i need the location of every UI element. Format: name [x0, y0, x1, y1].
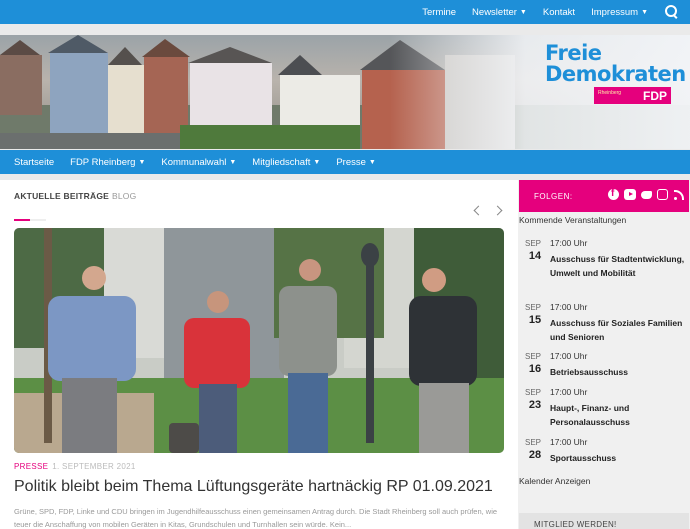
event-month: SEP: [525, 239, 542, 248]
topnav-impressum[interactable]: Impressum ▼: [591, 7, 648, 18]
top-nav: Termine Newsletter ▼ Kontakt Impressum ▼: [422, 0, 690, 24]
main-content: AKTUELLE BEITRÄGE BLOG PRESSE 1. SEPTEMB…: [0, 180, 518, 529]
event-month: SEP: [525, 352, 542, 361]
event-name[interactable]: Sportausschuss: [550, 451, 690, 465]
topnav-label: Kontakt: [542, 6, 576, 18]
post-title[interactable]: Politik bleibt beim Thema Lüftungsgeräte…: [14, 478, 493, 496]
event-time: 17:00 Uhr: [550, 351, 588, 361]
section-underline: [14, 219, 30, 221]
top-bar: Termine Newsletter ▼ Kontakt Impressum ▼: [0, 0, 690, 24]
slider-arrows: [471, 204, 505, 218]
caret-down-icon: ▼: [368, 158, 376, 166]
youtube-icon[interactable]: [624, 189, 636, 200]
follow-label: FOLGEN:: [534, 191, 573, 201]
nav-presse[interactable]: Presse ▼: [336, 157, 376, 168]
event-time: 17:00 Uhr: [550, 387, 588, 397]
social-icons: [608, 188, 684, 200]
caret-down-icon: ▼: [519, 8, 527, 16]
chevron-right-icon[interactable]: [493, 204, 505, 218]
caret-down-icon: ▼: [138, 158, 146, 166]
caret-down-icon: ▼: [229, 158, 237, 166]
post-image[interactable]: [14, 228, 504, 453]
main-nav: Startseite FDP Rheinberg ▼ Kommunalwahl ▼ …: [0, 150, 690, 174]
topnav-label: Newsletter: [472, 6, 517, 18]
event-day: 14: [528, 250, 542, 262]
search-icon[interactable]: [664, 4, 680, 20]
event-day: 15: [528, 314, 542, 326]
event-name[interactable]: Betriebsausschuss: [550, 365, 690, 379]
post-category[interactable]: PRESSE: [14, 462, 48, 471]
fdp-logo[interactable]: Freie Demokraten Rheinberg FDP: [545, 43, 686, 104]
instagram-icon[interactable]: [657, 189, 668, 200]
caret-down-icon: ▼: [641, 8, 648, 16]
sidebar: FOLGEN: Kommende Veranstaltungen SEP 14 …: [518, 180, 690, 529]
section-underline-rest: [30, 219, 46, 221]
event-time: 17:00 Uhr: [550, 302, 588, 312]
group-photo: [14, 228, 504, 453]
post-meta: PRESSE 1. SEPTEMBER 2021: [14, 462, 136, 471]
nav-label: Mitgliedschaft: [252, 156, 311, 168]
nav-label: Startseite: [14, 156, 55, 168]
post-excerpt: Grüne, SPD, FDP, Linke und CDU bringen i…: [14, 507, 498, 529]
nav-kommunalwahl[interactable]: Kommunalwahl ▼: [161, 157, 236, 168]
topnav-label: Termine: [422, 6, 457, 18]
logo-small: Rheinberg: [598, 90, 622, 96]
header-banner: Freie Demokraten Rheinberg FDP: [0, 35, 690, 149]
nav-fdp-rheinberg[interactable]: FDP Rheinberg ▼: [70, 157, 145, 168]
chevron-left-icon[interactable]: [471, 204, 483, 218]
event-time: 17:00 Uhr: [550, 437, 588, 447]
topnav-kontakt[interactable]: Kontakt: [543, 7, 575, 18]
logo-tag: Rheinberg FDP: [594, 87, 671, 104]
caret-down-icon: ▼: [313, 158, 321, 166]
rss-icon[interactable]: [673, 189, 684, 200]
nav-startseite[interactable]: Startseite: [14, 157, 54, 168]
section-title: AKTUELLE BEITRÄGE: [14, 191, 110, 201]
calendar-link[interactable]: Kalender Anzeigen: [519, 476, 590, 486]
event-month: SEP: [525, 303, 542, 312]
topnav-newsletter[interactable]: Newsletter ▼: [472, 7, 527, 18]
event-month: SEP: [525, 388, 542, 397]
facebook-icon[interactable]: [608, 188, 619, 200]
topnav-label: Impressum: [591, 6, 639, 18]
section-heading: AKTUELLE BEITRÄGE BLOG: [14, 191, 136, 201]
event-day: 16: [528, 363, 542, 375]
event-month: SEP: [525, 438, 542, 447]
section-subtitle: BLOG: [112, 191, 137, 201]
follow-bar: FOLGEN:: [519, 180, 689, 212]
event-day: 28: [528, 449, 542, 461]
event-day: 23: [528, 399, 542, 411]
nav-label: Kommunalwahl: [161, 156, 227, 168]
logo-line1: Freie: [545, 41, 602, 65]
nav-label: Presse: [336, 156, 366, 168]
event-time: 17:00 Uhr: [550, 238, 588, 248]
event-name[interactable]: Haupt-, Finanz- und Personalausschuss: [550, 401, 690, 429]
nav-label: FDP Rheinberg: [70, 156, 136, 168]
twitter-icon[interactable]: [641, 189, 652, 200]
topnav-termine[interactable]: Termine: [422, 7, 456, 18]
nav-mitgliedschaft[interactable]: Mitgliedschaft ▼: [252, 157, 320, 168]
event-name[interactable]: Ausschuss für Soziales Familien und Seni…: [550, 316, 690, 344]
post-date: 1. SEPTEMBER 2021: [52, 462, 136, 471]
logo-tag-text: FDP: [643, 88, 667, 103]
logo-line2: Demokraten: [545, 62, 686, 86]
events-heading: Kommende Veranstaltungen: [519, 215, 627, 225]
event-name[interactable]: Ausschuss für Stadtentwicklung, Umwelt u…: [550, 252, 690, 280]
member-box[interactable]: MITGLIED WERDEN!: [519, 513, 689, 529]
